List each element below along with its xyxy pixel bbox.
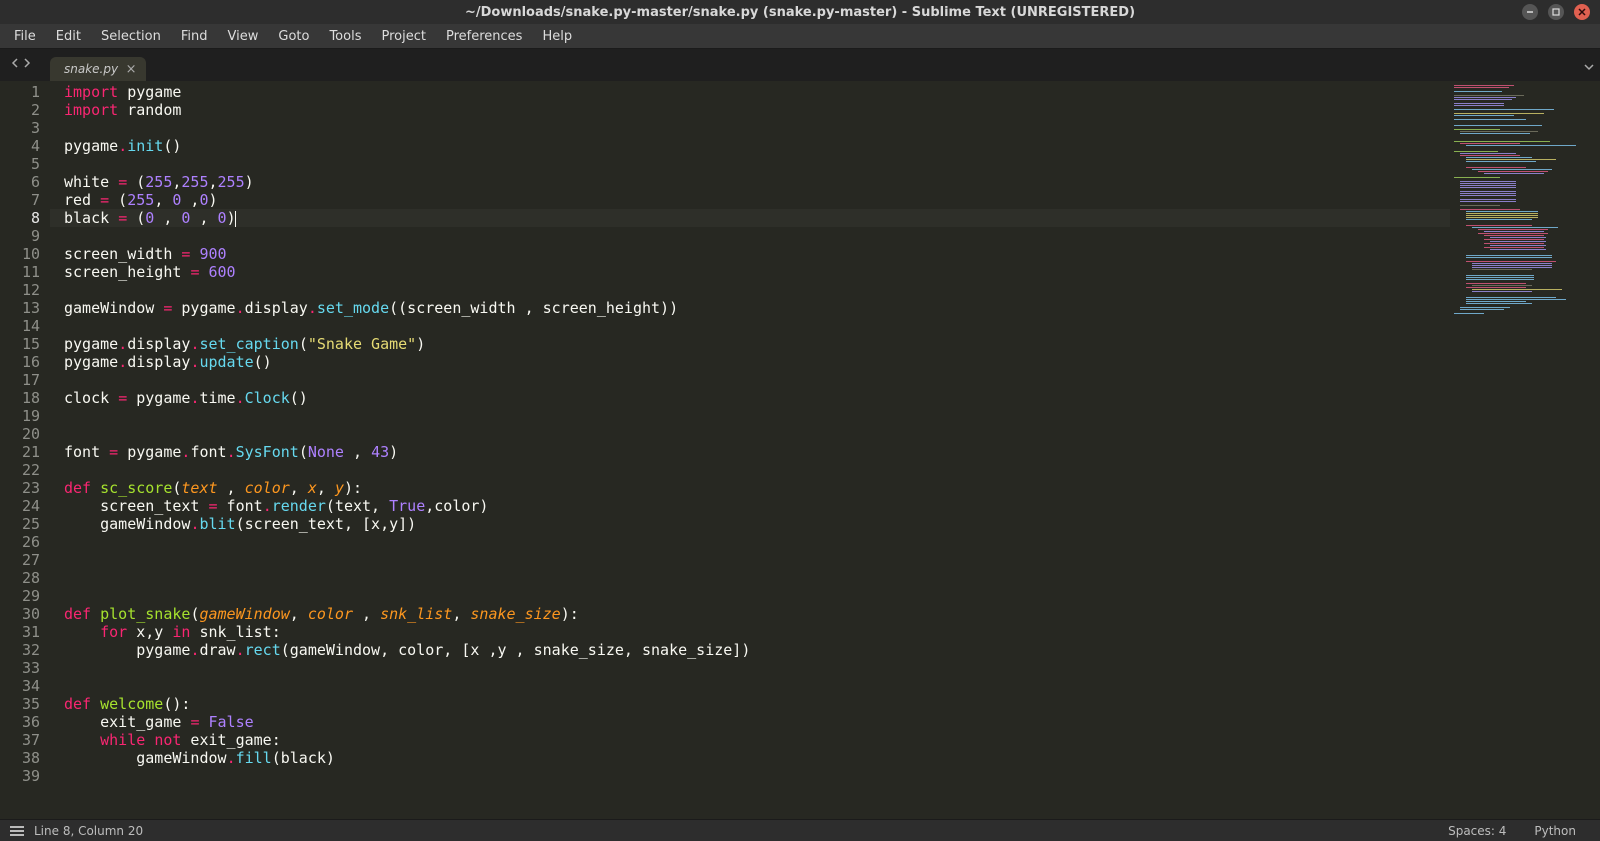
code-line[interactable] — [50, 119, 1450, 137]
code-line[interactable]: clock = pygame.time.Clock() — [50, 389, 1450, 407]
tab-overflow-icon[interactable] — [1584, 57, 1594, 76]
window-minimize-button[interactable] — [1522, 4, 1538, 20]
code-line[interactable] — [50, 371, 1450, 389]
code-line[interactable]: gameWindow.fill(black) — [50, 749, 1450, 767]
code-line[interactable]: screen_text = font.render(text, True,col… — [50, 497, 1450, 515]
window-title: ~/Downloads/snake.py-master/snake.py (sn… — [465, 5, 1135, 20]
menu-preferences[interactable]: Preferences — [436, 26, 532, 47]
menu-tools[interactable]: Tools — [319, 26, 371, 47]
tab-bar: snake.py × — [0, 49, 1600, 81]
code-line[interactable] — [50, 155, 1450, 173]
code-line[interactable]: gameWindow.blit(screen_text, [x,y]) — [50, 515, 1450, 533]
code-line[interactable]: def plot_snake(gameWindow, color , snk_l… — [50, 605, 1450, 623]
status-cursor[interactable]: Line 8, Column 20 — [34, 824, 143, 838]
menu-selection[interactable]: Selection — [91, 26, 171, 47]
panel-switcher-icon[interactable] — [10, 826, 24, 836]
minimap[interactable] — [1450, 81, 1600, 819]
menu-help[interactable]: Help — [532, 26, 582, 47]
code-line[interactable]: gameWindow = pygame.display.set_mode((sc… — [50, 299, 1450, 317]
code-line[interactable] — [50, 677, 1450, 695]
code-line[interactable]: import random — [50, 101, 1450, 119]
status-syntax[interactable]: Python — [1520, 824, 1590, 838]
code-line[interactable] — [50, 425, 1450, 443]
code-line[interactable]: pygame.init() — [50, 137, 1450, 155]
menu-find[interactable]: Find — [171, 26, 218, 47]
code-line[interactable] — [50, 587, 1450, 605]
code-line[interactable] — [50, 659, 1450, 677]
code-line[interactable]: exit_game = False — [50, 713, 1450, 731]
menu-bar: File Edit Selection Find View Goto Tools… — [0, 24, 1600, 49]
code-line[interactable]: pygame.draw.rect(gameWindow, color, [x ,… — [50, 641, 1450, 659]
code-line[interactable]: for x,y in snk_list: — [50, 623, 1450, 641]
code-line[interactable]: screen_height = 600 — [50, 263, 1450, 281]
menu-view[interactable]: View — [218, 26, 269, 47]
menu-file[interactable]: File — [4, 26, 46, 47]
tab-label: snake.py — [64, 62, 118, 76]
menu-edit[interactable]: Edit — [46, 26, 91, 47]
nav-forward-icon[interactable] — [22, 53, 32, 72]
code-line[interactable] — [50, 461, 1450, 479]
status-bar: Line 8, Column 20 Spaces: 4 Python — [0, 819, 1600, 841]
code-line[interactable] — [50, 317, 1450, 335]
menu-project[interactable]: Project — [371, 26, 435, 47]
code-line[interactable] — [50, 569, 1450, 587]
code-line[interactable]: red = (255, 0 ,0) — [50, 191, 1450, 209]
tab-snake-py[interactable]: snake.py × — [50, 57, 146, 81]
code-line[interactable] — [50, 407, 1450, 425]
code-line[interactable]: pygame.display.set_caption("Snake Game") — [50, 335, 1450, 353]
menu-goto[interactable]: Goto — [268, 26, 319, 47]
code-line[interactable] — [50, 551, 1450, 569]
tab-close-icon[interactable]: × — [124, 62, 138, 76]
status-indent[interactable]: Spaces: 4 — [1434, 824, 1520, 838]
code-area[interactable]: import pygameimport random pygame.init() w… — [50, 81, 1450, 819]
line-number-gutter: 1234567891011121314151617181920212223242… — [0, 81, 50, 819]
code-line[interactable] — [50, 281, 1450, 299]
window-maximize-button[interactable] — [1548, 4, 1564, 20]
code-line[interactable]: white = (255,255,255) — [50, 173, 1450, 191]
code-line[interactable]: import pygame — [50, 83, 1450, 101]
editor[interactable]: 1234567891011121314151617181920212223242… — [0, 81, 1600, 819]
window-titlebar: ~/Downloads/snake.py-master/snake.py (sn… — [0, 0, 1600, 24]
code-line[interactable]: font = pygame.font.SysFont(None , 43) — [50, 443, 1450, 461]
code-line[interactable] — [50, 533, 1450, 551]
code-line[interactable]: screen_width = 900 — [50, 245, 1450, 263]
code-line[interactable]: def sc_score(text , color, x, y): — [50, 479, 1450, 497]
code-line[interactable]: while not exit_game: — [50, 731, 1450, 749]
nav-back-icon[interactable] — [10, 53, 20, 72]
code-line[interactable] — [50, 227, 1450, 245]
window-close-button[interactable] — [1574, 4, 1590, 20]
code-line[interactable] — [50, 767, 1450, 785]
code-line[interactable]: def welcome(): — [50, 695, 1450, 713]
code-line[interactable]: pygame.display.update() — [50, 353, 1450, 371]
